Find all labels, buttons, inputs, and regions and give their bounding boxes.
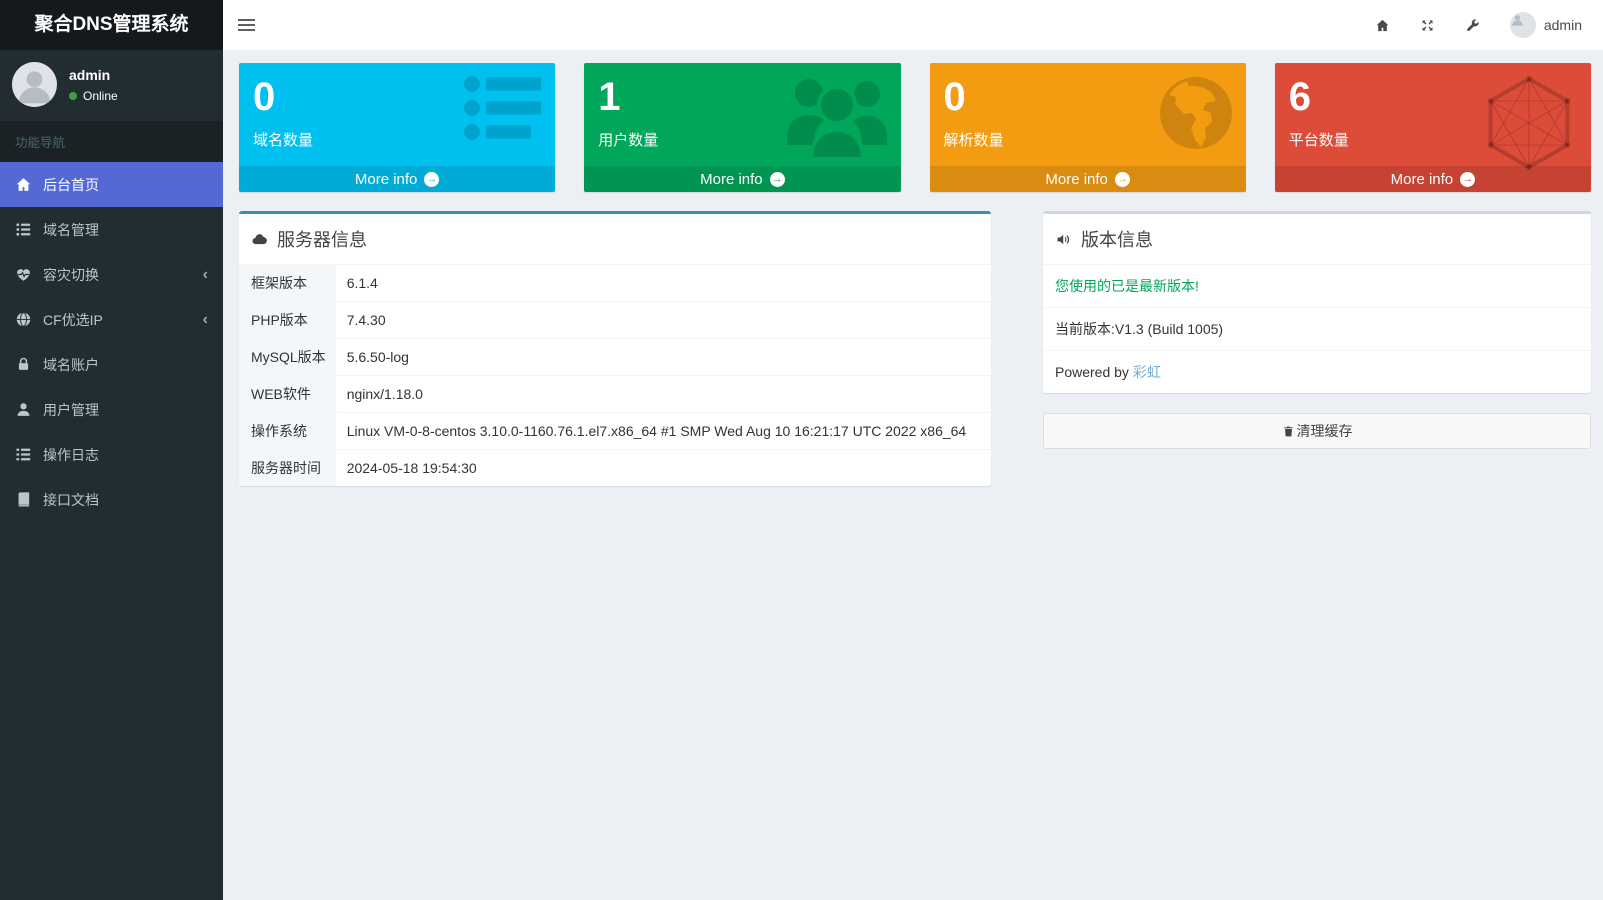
table-row: 服务器时间2024-05-18 19:54:30 xyxy=(239,450,991,487)
sidebar: 聚合DNS管理系统 admin Online 功能导航 后台首页 域名管理 xyxy=(0,0,223,900)
version-latest-message: 您使用的已是最新版本! xyxy=(1043,265,1591,308)
table-row: 操作系统Linux VM-0-8-centos 3.10.0-1160.76.1… xyxy=(239,413,991,450)
sidebar-item-label: 域名账户 xyxy=(43,355,99,375)
sidebar-item-users[interactable]: 用户管理 xyxy=(0,387,223,432)
sidebar-item-label: 域名管理 xyxy=(43,220,99,240)
user-icon xyxy=(15,401,32,418)
volume-icon xyxy=(1055,231,1072,248)
more-info-link[interactable]: More info → xyxy=(930,166,1246,192)
more-info-link[interactable]: More info → xyxy=(584,166,900,192)
stat-box-users: 1 用户数量 More info → xyxy=(584,63,900,192)
trash-icon xyxy=(1282,425,1295,438)
main-content: 0 域名数量 More info → 1 用户数量 xyxy=(223,50,1603,900)
arrow-circle-right-icon: → xyxy=(1460,172,1475,187)
arrow-circle-right-icon: → xyxy=(424,172,439,187)
settings-button[interactable] xyxy=(1450,0,1495,50)
home-icon xyxy=(15,176,32,193)
server-info-header: 服务器信息 xyxy=(239,214,991,265)
stat-value: 6 xyxy=(1289,77,1581,117)
sidebar-item-failover[interactable]: 容灾切换 ‹ xyxy=(0,252,223,297)
navbar-user-menu[interactable]: admin xyxy=(1495,0,1597,50)
clear-cache-button[interactable]: 清理缓存 xyxy=(1043,413,1591,449)
app-title[interactable]: 聚合DNS管理系统 xyxy=(0,0,223,50)
sidebar-item-api-docs[interactable]: 接口文档 xyxy=(0,477,223,522)
sidebar-item-cf-ip[interactable]: CF优选IP ‹ xyxy=(0,297,223,342)
stat-label: 域名数量 xyxy=(253,129,545,150)
lock-icon xyxy=(15,356,32,373)
stat-box-records: 0 解析数量 More info → xyxy=(930,63,1246,192)
sidebar-item-label: CF优选IP xyxy=(43,310,103,330)
stat-label: 解析数量 xyxy=(944,129,1236,150)
sidebar-item-label: 用户管理 xyxy=(43,400,99,420)
table-row: PHP版本7.4.30 xyxy=(239,302,991,339)
arrow-circle-right-icon: → xyxy=(1115,172,1130,187)
wrench-icon xyxy=(1465,18,1480,33)
home-icon xyxy=(1375,18,1390,33)
sidebar-item-label: 接口文档 xyxy=(43,490,99,510)
sidebar-user-panel: admin Online xyxy=(0,50,223,121)
list-icon xyxy=(15,446,32,463)
stat-label: 用户数量 xyxy=(598,129,890,150)
right-column: 版本信息 您使用的已是最新版本! 当前版本:V1.3 (Build 1005) … xyxy=(1043,211,1591,449)
sidebar-menu: 后台首页 域名管理 容灾切换 ‹ CF优选IP ‹ 域名账户 xyxy=(0,162,223,522)
sidebar-section-label: 功能导航 xyxy=(0,121,223,162)
table-row: 框架版本6.1.4 xyxy=(239,265,991,302)
stat-value: 1 xyxy=(598,77,890,117)
sidebar-item-logs[interactable]: 操作日志 xyxy=(0,432,223,477)
avatar xyxy=(12,62,57,107)
sidebar-item-label: 后台首页 xyxy=(43,175,99,195)
version-info-panel: 版本信息 您使用的已是最新版本! 当前版本:V1.3 (Build 1005) … xyxy=(1043,211,1591,393)
stats-row: 0 域名数量 More info → 1 用户数量 xyxy=(239,63,1591,192)
sidebar-item-label: 容灾切换 xyxy=(43,265,99,285)
sidebar-item-domains[interactable]: 域名管理 xyxy=(0,207,223,252)
sidebar-item-domain-accounts[interactable]: 域名账户 xyxy=(0,342,223,387)
table-row: WEB软件nginx/1.18.0 xyxy=(239,376,991,413)
arrow-circle-right-icon: → xyxy=(770,172,785,187)
version-current: 当前版本:V1.3 (Build 1005) xyxy=(1043,308,1591,351)
sidebar-toggle-button[interactable] xyxy=(223,0,269,50)
navbar-right: admin xyxy=(1360,0,1597,50)
navbar-user-name: admin xyxy=(1544,17,1582,33)
powered-by-link[interactable]: 彩虹 xyxy=(1133,364,1161,380)
server-info-table: 框架版本6.1.4 PHP版本7.4.30 MySQL版本5.6.50-log … xyxy=(239,265,991,486)
stat-value: 0 xyxy=(253,77,545,117)
fullscreen-button[interactable] xyxy=(1405,0,1450,50)
avatar xyxy=(1510,12,1536,38)
sidebar-item-dashboard[interactable]: 后台首页 xyxy=(0,162,223,207)
panel-title: 服务器信息 xyxy=(277,226,367,252)
online-dot-icon xyxy=(69,92,77,100)
stat-label: 平台数量 xyxy=(1289,129,1581,150)
user-name: admin xyxy=(69,67,118,83)
powered-by: Powered by 彩虹 xyxy=(1043,351,1591,393)
home-button[interactable] xyxy=(1360,0,1405,50)
book-icon xyxy=(15,491,32,508)
more-info-link[interactable]: More info → xyxy=(1275,166,1591,192)
more-info-link[interactable]: More info → xyxy=(239,166,555,192)
cloud-icon xyxy=(251,231,268,248)
version-info-header: 版本信息 xyxy=(1043,214,1591,265)
stat-box-domains: 0 域名数量 More info → xyxy=(239,63,555,192)
globe-icon xyxy=(15,311,32,328)
chevron-left-icon: ‹ xyxy=(203,267,208,283)
sidebar-item-label: 操作日志 xyxy=(43,445,99,465)
heartbeat-icon xyxy=(15,266,32,283)
th-list-icon xyxy=(15,221,32,238)
user-status-label: Online xyxy=(83,89,118,103)
user-status[interactable]: Online xyxy=(69,89,118,103)
server-info-panel: 服务器信息 框架版本6.1.4 PHP版本7.4.30 MySQL版本5.6.5… xyxy=(239,211,991,486)
table-row: MySQL版本5.6.50-log xyxy=(239,339,991,376)
panel-title: 版本信息 xyxy=(1081,226,1153,252)
stat-value: 0 xyxy=(944,77,1236,117)
panels-row: 服务器信息 框架版本6.1.4 PHP版本7.4.30 MySQL版本5.6.5… xyxy=(239,211,1591,486)
stat-box-platforms: 6 平台数量 More info → xyxy=(1275,63,1591,192)
chevron-left-icon: ‹ xyxy=(203,312,208,328)
app-window: 聚合DNS管理系统 admin Online 功能导航 后台首页 域名管理 xyxy=(0,0,1603,900)
fullscreen-icon xyxy=(1420,18,1435,33)
top-navbar: admin xyxy=(223,0,1603,50)
